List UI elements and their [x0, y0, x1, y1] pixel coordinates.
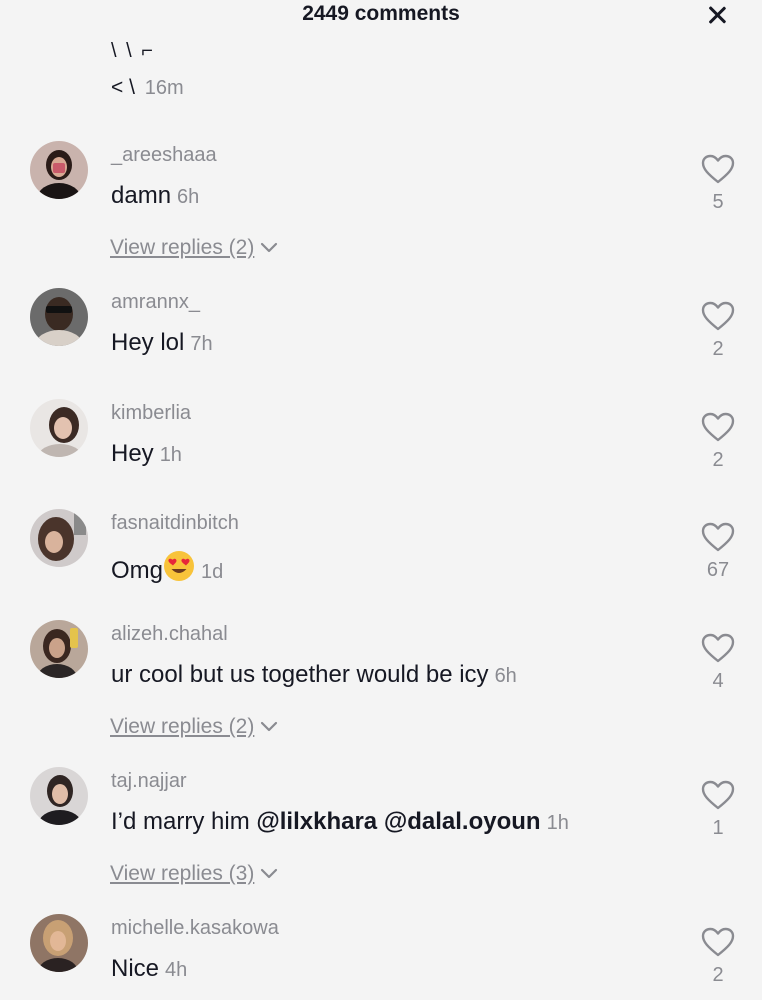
- comment-time: 16m: [144, 77, 184, 99]
- comment-text: Hey lol 7h: [111, 329, 213, 357]
- comment-item: amrannx_ Hey lol 7h 2: [0, 288, 762, 368]
- comment-username[interactable]: alizeh.chahal: [111, 623, 228, 646]
- avatar[interactable]: [30, 141, 88, 199]
- mention-link[interactable]: @dalal.oyoun: [384, 808, 541, 835]
- partial-comment-text: < \: [111, 76, 135, 99]
- avatar[interactable]: [30, 620, 88, 678]
- like-count: 4: [712, 670, 724, 692]
- comment-time: 7h: [190, 333, 213, 355]
- heart-outline-icon: [701, 522, 735, 552]
- comment-body: I’d marry him: [111, 808, 250, 835]
- comment-item: _areeshaaa damn 6h View replies (2) 5: [0, 141, 762, 271]
- view-replies-label: View replies (3): [110, 862, 255, 885]
- comment-item: kimberlia Hey 1h 2: [0, 399, 762, 479]
- heart-outline-icon: [701, 633, 735, 663]
- chevron-down-icon: [261, 242, 278, 253]
- comment-username[interactable]: michelle.kasakowa: [111, 917, 279, 940]
- avatar[interactable]: [30, 914, 88, 972]
- like-button[interactable]: 4: [698, 632, 738, 702]
- comment-body: Hey lol: [111, 329, 185, 356]
- comments-header: 2449 comments: [0, 0, 762, 30]
- like-count: 67: [706, 559, 730, 581]
- heart-outline-icon: [701, 301, 735, 331]
- comment-text: Nice 4h: [111, 955, 187, 983]
- view-replies-button[interactable]: View replies (2): [110, 715, 278, 739]
- comment-time: 1h: [159, 444, 182, 466]
- heart-outline-icon: [701, 412, 735, 442]
- chevron-down-icon: [261, 721, 278, 732]
- comment-text: I’d marry him @lilxkhara @dalal.oyoun 1h: [111, 808, 569, 836]
- avatar[interactable]: [30, 767, 88, 825]
- view-replies-label: View replies (2): [110, 236, 255, 259]
- like-button[interactable]: 5: [698, 153, 738, 223]
- avatar[interactable]: [30, 288, 88, 346]
- like-button[interactable]: 1: [698, 779, 738, 849]
- comment-time: 1h: [546, 812, 569, 834]
- comment-text: Hey 1h: [111, 440, 182, 468]
- comment-body: Nice: [111, 955, 160, 982]
- comment-item: fasnaitdinbitch Omg 1d 67: [0, 509, 762, 589]
- avatar[interactable]: [30, 399, 88, 457]
- comment-body: damn: [111, 182, 172, 209]
- mention-link[interactable]: @lilxkhara: [256, 808, 377, 835]
- comment-time: 4h: [165, 959, 188, 981]
- comment-username[interactable]: amrannx_: [111, 291, 200, 314]
- partial-comment-fragment: \ \ ⌐: [111, 40, 155, 62]
- comment-body: Omg: [111, 557, 164, 584]
- like-count: 2: [712, 964, 724, 986]
- comment-text: damn 6h: [111, 182, 199, 210]
- comment-username[interactable]: fasnaitdinbitch: [111, 512, 239, 535]
- comment-text: ur cool but us together would be icy 6h: [111, 661, 517, 689]
- comment-text: Omg 1d: [111, 550, 223, 585]
- like-button[interactable]: 67: [698, 521, 738, 591]
- close-icon[interactable]: [705, 3, 729, 27]
- heart-outline-icon: [701, 154, 735, 184]
- comment-username[interactable]: kimberlia: [111, 402, 191, 425]
- comment-username[interactable]: taj.najjar: [111, 770, 187, 793]
- avatar[interactable]: [30, 509, 88, 567]
- like-button[interactable]: 2: [698, 300, 738, 370]
- view-replies-button[interactable]: View replies (3): [110, 862, 278, 886]
- comments-count-title: 2449 comments: [302, 2, 460, 25]
- heart-outline-icon: [701, 780, 735, 810]
- like-count: 2: [712, 449, 724, 471]
- comment-time: 1d: [201, 561, 224, 583]
- view-replies-button[interactable]: View replies (2): [110, 236, 278, 260]
- comment-body: ur cool but us together would be icy: [111, 661, 489, 688]
- comment-time: 6h: [177, 186, 200, 208]
- like-count: 5: [712, 191, 724, 213]
- comment-username[interactable]: _areeshaaa: [111, 144, 217, 167]
- comment-item: michelle.kasakowa Nice 4h 2: [0, 914, 762, 1000]
- like-count: 1: [712, 817, 724, 839]
- like-button[interactable]: 2: [698, 926, 738, 996]
- comment-time: 6h: [494, 665, 517, 687]
- partial-comment-line: < \ 16m: [111, 76, 184, 100]
- like-button[interactable]: 2: [698, 411, 738, 481]
- like-count: 2: [712, 338, 724, 360]
- heart-outline-icon: [701, 927, 735, 957]
- comment-item: taj.najjar I’d marry him @lilxkhara @dal…: [0, 767, 762, 897]
- comment-body: Hey: [111, 440, 154, 467]
- view-replies-label: View replies (2): [110, 715, 255, 738]
- comment-item: alizeh.chahal ur cool but us together wo…: [0, 620, 762, 750]
- heart-eyes-emoji: [164, 551, 195, 581]
- chevron-down-icon: [261, 868, 278, 879]
